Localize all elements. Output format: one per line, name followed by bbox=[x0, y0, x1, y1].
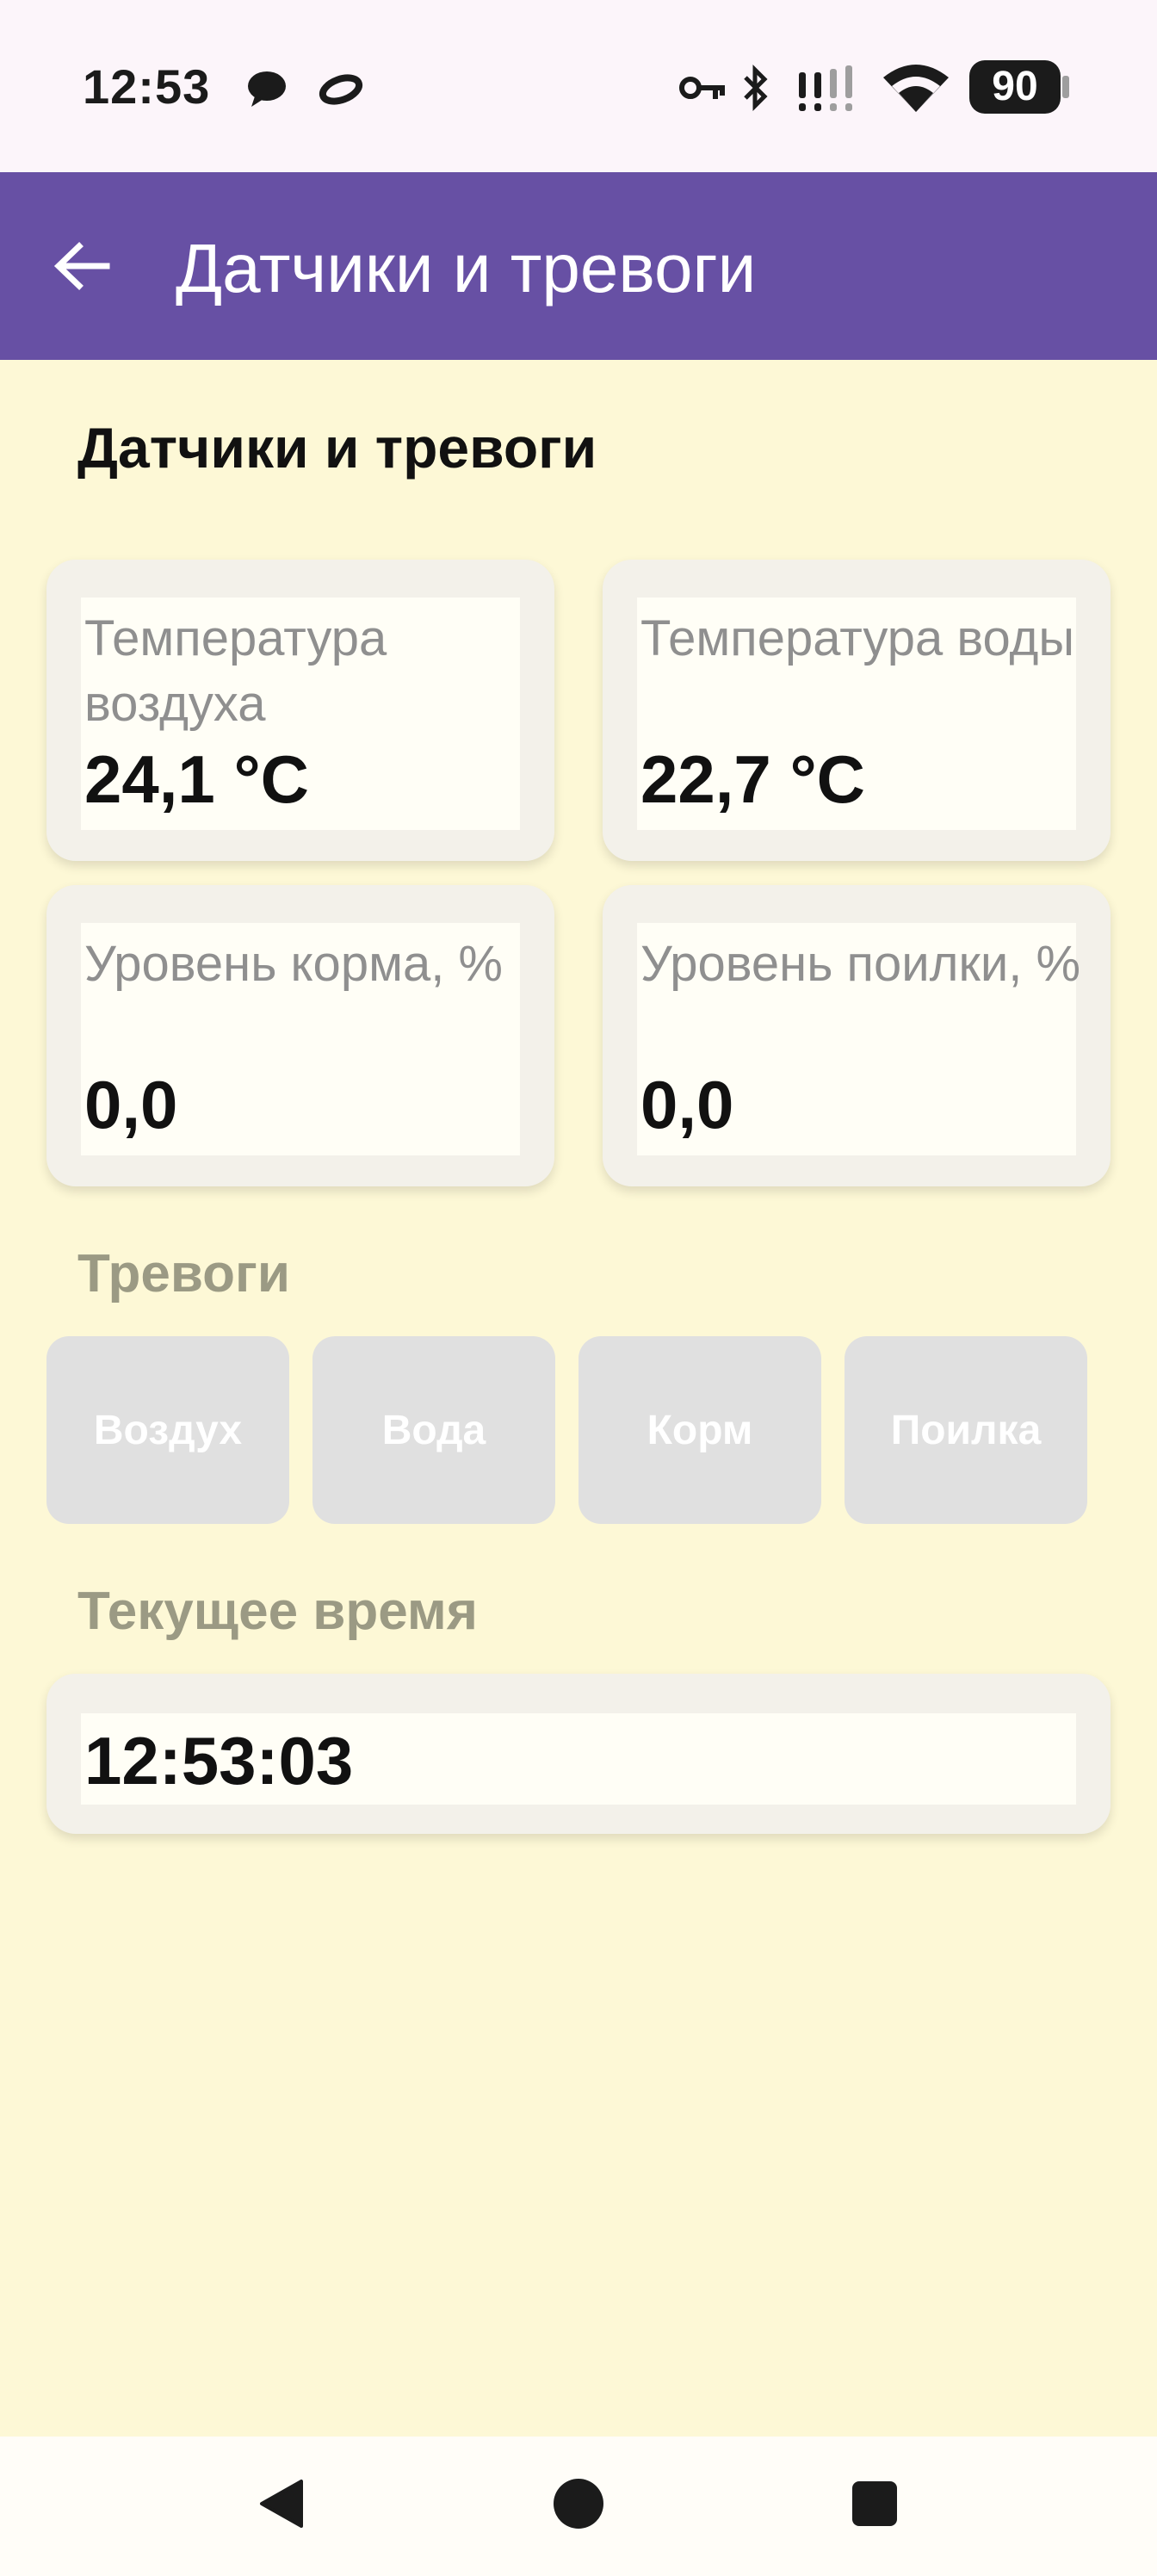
status-bar: 12:53 90 bbox=[0, 0, 1157, 172]
battery-icon: 90 bbox=[969, 60, 1069, 114]
sensor-card-feed-level: Уровень корма, % 0,0 bbox=[46, 885, 554, 1186]
chat-bubble-icon bbox=[248, 71, 286, 107]
current-time-card: 12:53:03 bbox=[46, 1674, 1111, 1834]
alarm-button-feed[interactable]: Корм bbox=[578, 1336, 821, 1524]
signal-icon bbox=[799, 65, 852, 111]
app-title: Датчики и тревоги bbox=[176, 230, 757, 307]
app-bar: Датчики и тревоги bbox=[0, 172, 1157, 360]
sensor-value: 0,0 bbox=[640, 1067, 734, 1142]
card-body: Температура воды 22,7 °C bbox=[637, 598, 1076, 830]
alarm-button-water[interactable]: Вода bbox=[312, 1336, 555, 1524]
card-body: 12:53:03 bbox=[81, 1713, 1076, 1805]
sensor-card-water-temperature: Температура воды 22,7 °C bbox=[603, 560, 1111, 861]
app-notification-icon bbox=[319, 74, 363, 105]
back-triangle-icon[interactable] bbox=[255, 2476, 310, 2531]
home-circle-icon[interactable] bbox=[551, 2476, 606, 2531]
sensor-value: 24,1 °C bbox=[84, 741, 310, 817]
recents-square-icon[interactable] bbox=[851, 2480, 899, 2528]
wifi-icon bbox=[883, 65, 949, 112]
sensor-value: 0,0 bbox=[84, 1067, 178, 1142]
current-time-value: 12:53:03 bbox=[84, 1723, 354, 1799]
sensor-value: 22,7 °C bbox=[640, 741, 866, 817]
sensor-label: Уровень поилки, % bbox=[640, 936, 1081, 992]
battery-level: 90 bbox=[992, 64, 1038, 109]
alarm-button-air[interactable]: Воздух bbox=[46, 1336, 289, 1524]
sensor-label: Температура воды bbox=[640, 610, 1075, 666]
card-body: Уровень корма, % 0,0 bbox=[81, 923, 520, 1155]
bluetooth-icon bbox=[744, 64, 768, 112]
current-time-title: Текущее время bbox=[77, 1582, 478, 1641]
sensor-card-air-temperature: Температура воздуха 24,1 °C bbox=[46, 560, 554, 861]
alarm-button-drinker[interactable]: Поилка bbox=[845, 1336, 1087, 1524]
navigation-bar bbox=[0, 2437, 1157, 2576]
sensor-card-drinker-level: Уровень поилки, % 0,0 bbox=[603, 885, 1111, 1186]
alarms-title: Тревоги bbox=[77, 1244, 290, 1303]
back-button[interactable] bbox=[34, 219, 129, 313]
vpn-key-icon bbox=[679, 77, 725, 99]
status-time: 12:53 bbox=[83, 59, 211, 114]
page-heading: Датчики и тревоги bbox=[77, 416, 597, 480]
card-body: Температура воздуха 24,1 °C bbox=[81, 598, 520, 830]
arrow-left-icon bbox=[53, 242, 110, 290]
sensor-label: Уровень корма, % bbox=[84, 936, 504, 992]
sensor-label: Температура воздуха bbox=[84, 610, 387, 732]
card-body: Уровень поилки, % 0,0 bbox=[637, 923, 1080, 1155]
